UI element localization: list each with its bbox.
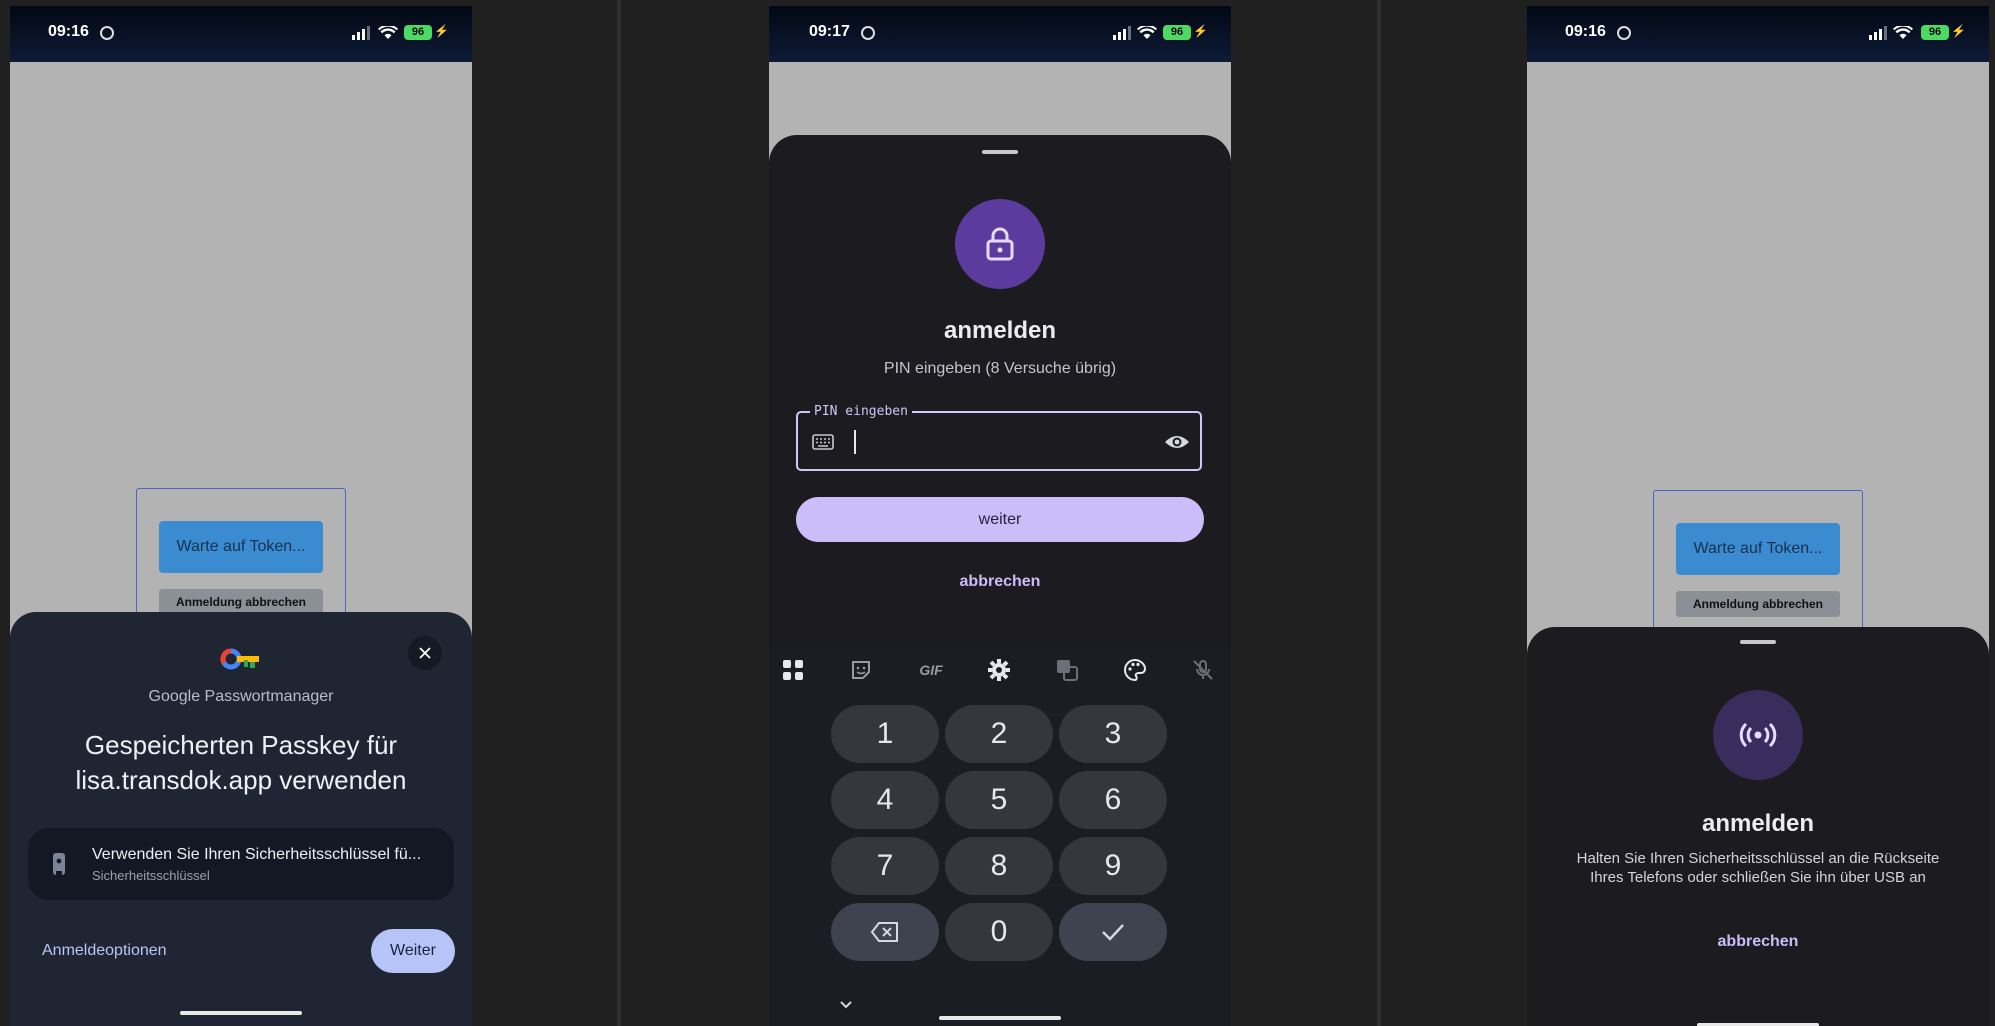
panel-divider [617, 0, 621, 1026]
key-0[interactable]: 0 [945, 903, 1053, 961]
location-icon [861, 26, 875, 40]
key-3[interactable]: 3 [1059, 705, 1167, 763]
sheet-title: anmelden [943, 317, 1057, 344]
wifi-icon [1893, 26, 1913, 39]
security-key-icon [53, 853, 65, 875]
lock-icon [986, 227, 1014, 261]
close-button[interactable] [408, 636, 442, 670]
key-1[interactable]: 1 [831, 705, 939, 763]
sign-in-options-link[interactable]: Anmeldeoptionen [42, 942, 167, 960]
nfc-badge [1713, 690, 1803, 780]
instruction-line1: Halten Sie Ihren Sicherheitsschlüssel an… [1576, 850, 1940, 867]
mic-off-icon[interactable] [1189, 656, 1217, 684]
sheet-title-line2: lisa.transdok.app verwenden [75, 765, 407, 795]
status-time: 09:16 [1565, 23, 1606, 40]
keyboard-icon [812, 434, 834, 450]
gif-icon[interactable]: GIF [913, 656, 949, 684]
key-5[interactable]: 5 [945, 771, 1053, 829]
waiting-token-button[interactable]: Warte auf Token... [159, 521, 323, 573]
charging-icon: ⚡ [1193, 24, 1208, 38]
battery-indicator: 96 [1163, 25, 1191, 40]
option-title: Verwenden Sie Ihren Sicherheitsschlüssel… [92, 846, 422, 863]
status-time: 09:16 [48, 23, 89, 40]
sheet-title: anmelden [1701, 810, 1815, 837]
key-7[interactable]: 7 [831, 837, 939, 895]
palette-icon[interactable] [1121, 656, 1149, 684]
pin-field-label: PIN eingeben [810, 404, 912, 419]
status-bar: 09:17 96 ⚡ [769, 6, 1231, 62]
security-key-option[interactable]: Verwenden Sie Ihren Sicherheitsschlüssel… [28, 828, 454, 900]
status-time: 09:17 [809, 23, 850, 40]
sticker-icon[interactable] [847, 656, 875, 684]
location-icon [1617, 26, 1631, 40]
signal-icon [1869, 26, 1887, 40]
key-9[interactable]: 9 [1059, 837, 1167, 895]
key-2[interactable]: 2 [945, 705, 1053, 763]
settings-gear-icon[interactable] [985, 656, 1013, 684]
cancel-login-button[interactable]: Anmeldung abbrechen [1676, 591, 1840, 617]
option-subtitle: Sicherheitsschlüssel [92, 868, 210, 883]
instruction-line2: Ihres Telefons oder schließen Sie ihn üb… [1590, 869, 1926, 886]
wifi-icon [378, 26, 398, 39]
key-6[interactable]: 6 [1059, 771, 1167, 829]
home-indicator [180, 1011, 302, 1015]
continue-button[interactable]: Weiter [371, 929, 455, 973]
web-login-box: Warte auf Token... Anmeldung abbrechen [1653, 490, 1863, 642]
app-name: Google Passwortmanager [148, 688, 334, 705]
backspace-icon [870, 922, 898, 942]
chevron-down-icon[interactable] [839, 1000, 853, 1010]
lock-badge [955, 199, 1045, 289]
checkmark-icon [1102, 924, 1124, 941]
wifi-icon [1137, 26, 1157, 39]
gif-label: GIF [919, 662, 943, 678]
translate-icon[interactable] [1053, 656, 1081, 684]
eye-icon[interactable] [1164, 433, 1190, 451]
location-icon [100, 26, 114, 40]
phone-screen-pin: 09:17 96 ⚡ anmelden PIN eingeben (8 Vers… [769, 6, 1231, 1026]
status-bar: 09:16 96 ⚡ [10, 6, 472, 62]
close-icon [419, 647, 431, 659]
security-key-bottom-sheet: anmelden Halten Sie Ihren Sicherheitssch… [1527, 627, 1989, 1026]
phone-screen-security-key: 09:16 96 ⚡ Warte auf Token... Anmeldung … [1527, 6, 1989, 1026]
nfc-signal-icon [1739, 722, 1777, 748]
signal-icon [352, 26, 370, 40]
pin-attempts-text: PIN eingeben (8 Versuche übrig) [883, 360, 1117, 377]
confirm-key[interactable] [1059, 903, 1167, 961]
backspace-key[interactable] [831, 903, 939, 961]
drag-handle[interactable] [982, 150, 1018, 154]
key-8[interactable]: 8 [945, 837, 1053, 895]
apps-grid-icon[interactable] [779, 656, 807, 684]
panel-divider [1377, 0, 1381, 1026]
waiting-token-button[interactable]: Warte auf Token... [1676, 523, 1840, 575]
pin-cancel-link[interactable]: abbrechen [769, 573, 1231, 591]
charging-icon: ⚡ [1951, 24, 1966, 38]
signal-icon [1113, 26, 1131, 40]
home-indicator [939, 1016, 1061, 1020]
charging-icon: ⚡ [434, 24, 449, 38]
pin-input-field[interactable]: PIN eingeben [796, 404, 1202, 471]
google-password-manager-logo [220, 648, 259, 670]
passkey-bottom-sheet: Google Passwortmanager Gespeicherten Pas… [10, 612, 472, 1026]
pin-continue-button[interactable]: weiter [796, 497, 1204, 542]
battery-indicator: 96 [1921, 25, 1949, 40]
text-cursor [854, 430, 856, 454]
phone-screen-passkey: 09:16 96 ⚡ Warte auf Token... Anmeldung … [10, 6, 472, 1026]
drag-handle[interactable] [1740, 640, 1776, 644]
status-bar: 09:16 96 ⚡ [1527, 6, 1989, 62]
battery-indicator: 96 [404, 25, 432, 40]
key-4[interactable]: 4 [831, 771, 939, 829]
security-key-cancel-link[interactable]: abbrechen [1527, 933, 1989, 951]
sheet-title-line1: Gespeicherten Passkey für [84, 730, 398, 760]
